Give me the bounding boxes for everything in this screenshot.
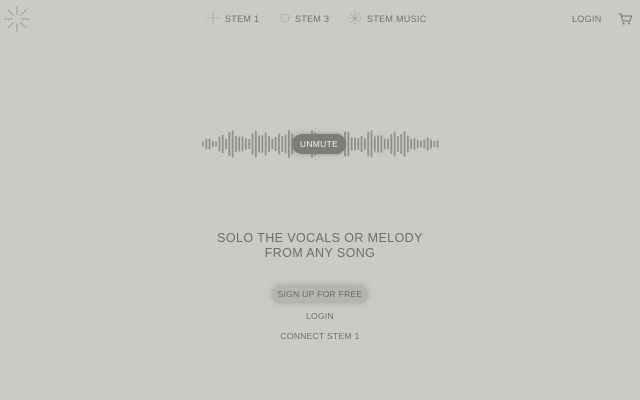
login-link[interactable]: LOGIN: [270, 311, 370, 321]
waveform-bar: [347, 131, 350, 157]
waveform-bar: [205, 138, 208, 150]
waveform-bar: [406, 135, 409, 153]
waveform-bar: [430, 139, 432, 149]
waveform-bar: [254, 130, 257, 158]
waveform-bar: [420, 140, 422, 148]
waveform-bar: [390, 134, 393, 154]
waveform-bar: [264, 132, 267, 156]
waveform-bar: [202, 141, 204, 147]
page: STEM 1 STEM 3 STEM MUSIC LOGIN UNMUTE SO…: [0, 0, 640, 400]
waveform-bar: [211, 141, 214, 147]
waveform-bar: [268, 136, 270, 152]
starburst-icon: [348, 11, 362, 27]
headline-line-1: SOLO THE VOCALS OR MELODY: [217, 231, 423, 245]
waveform-bar: [367, 131, 370, 157]
waveform-bar: [357, 138, 360, 150]
headline-line-2: FROM ANY SONG: [264, 246, 376, 260]
waveform-bar: [225, 138, 227, 150]
waveform-bar: [238, 136, 241, 152]
waveform-bar: [271, 139, 274, 149]
unmute-button[interactable]: UNMUTE: [292, 134, 346, 154]
waveform-bar: [274, 137, 277, 151]
sparkle-cross-icon: [206, 11, 220, 27]
waveform-bar: [281, 136, 284, 152]
waveform-bar: [370, 130, 373, 158]
nav-item-stem-1[interactable]: STEM 1: [206, 10, 259, 28]
nav-item-label: STEM 1: [225, 14, 260, 24]
waveform-bar: [215, 141, 218, 147]
waveform-bar: [350, 137, 353, 151]
waveform-bar: [393, 131, 396, 157]
waveform-bar: [284, 134, 287, 154]
waveform-bar: [403, 131, 406, 157]
nav-item-stem-3[interactable]: STEM 3: [280, 10, 329, 28]
waveform-bar: [241, 136, 244, 152]
waveform-bar: [400, 134, 403, 154]
waveform-bar: [383, 138, 386, 150]
waveform-bar: [397, 136, 399, 152]
sign-up-button[interactable]: SIGN UP FOR FREE: [272, 285, 368, 303]
waveform-bar: [387, 138, 389, 150]
top-nav: STEM 1 STEM 3 STEM MUSIC: [0, 10, 640, 28]
waveform-bar: [258, 135, 261, 153]
waveform-bar: [426, 137, 429, 151]
login-link-header[interactable]: LOGIN: [572, 14, 602, 24]
waveform-bar: [373, 136, 376, 152]
waveform-bar: [218, 136, 221, 152]
waveform-bar: [287, 130, 290, 158]
waveform-bar: [231, 130, 234, 158]
waveform-bar: [248, 138, 251, 150]
nav-item-label: STEM MUSIC: [367, 14, 427, 24]
waveform-bar: [244, 138, 247, 150]
waveform-bar: [221, 134, 224, 154]
nav-item-stem-music[interactable]: STEM MUSIC: [348, 10, 427, 28]
waveform-bar: [436, 140, 439, 148]
waveform-bar: [278, 133, 280, 155]
waveform-bar: [261, 135, 264, 153]
hero-headline: SOLO THE VOCALS OR MELODY FROM ANY SONG: [120, 231, 520, 261]
waveform-bar: [235, 135, 237, 153]
waveform-bar: [433, 141, 436, 147]
nav-item-label: STEM 3: [295, 14, 330, 24]
waveform-bar: [423, 139, 426, 149]
waveform-bar: [413, 138, 416, 150]
waveform-bar: [354, 137, 356, 151]
waveform-bar: [228, 132, 231, 157]
waveform-bar: [363, 138, 366, 150]
waveform-bar: [380, 135, 383, 153]
waveform-bar: [360, 136, 363, 152]
waveform-bar: [410, 138, 413, 150]
waveform-bar: [377, 135, 380, 153]
waveform-bar: [251, 133, 254, 155]
cart-icon[interactable]: [618, 12, 633, 25]
connect-stem-link[interactable]: CONNECT STEM 1: [250, 331, 390, 341]
circle-dots-icon: [280, 13, 290, 25]
waveform-bar: [416, 140, 419, 148]
waveform-bar: [208, 138, 211, 150]
